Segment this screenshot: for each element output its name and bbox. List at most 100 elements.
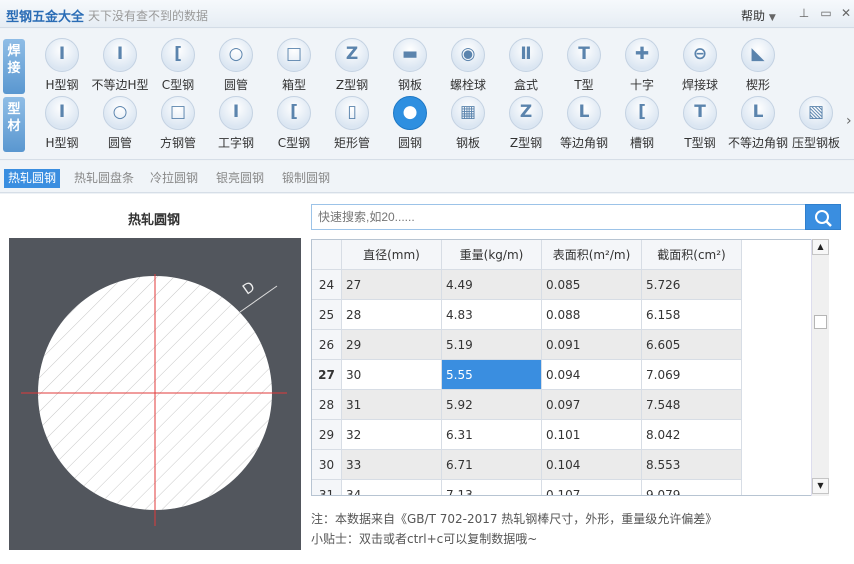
- channel-icon: [: [638, 102, 646, 122]
- minimize-icon[interactable]: ▭: [818, 5, 834, 21]
- vertical-scrollbar[interactable]: ▲ ▼: [811, 239, 829, 496]
- h-beam-icon: I: [58, 102, 66, 122]
- scroll-down-button[interactable]: ▼: [812, 478, 829, 494]
- wedge-icon: ◣: [751, 44, 765, 64]
- table-cell[interactable]: 34: [342, 480, 442, 495]
- scroll-thumb[interactable]: [814, 315, 827, 329]
- h-beam-icon: I: [58, 44, 66, 64]
- category-weld[interactable]: 焊接: [3, 39, 25, 94]
- table-cell[interactable]: 0.094: [542, 360, 642, 390]
- chevron-down-icon: ▼: [768, 13, 776, 23]
- help-menu[interactable]: 帮助 ▼: [741, 7, 776, 24]
- round-bar-diagram: D: [21, 274, 287, 526]
- unequal-angle-icon: L: [752, 102, 764, 122]
- table-cell[interactable]: 31: [342, 390, 442, 420]
- table-cell[interactable]: 0.097: [542, 390, 642, 420]
- welded-ball-icon: ⊖: [692, 44, 708, 64]
- table-cell[interactable]: 8.042: [642, 420, 742, 450]
- cross-section-diagram: D: [9, 238, 301, 550]
- table-cell[interactable]: 6.605: [642, 330, 742, 360]
- scroll-right-icon[interactable]: ›: [846, 113, 852, 129]
- pin-icon[interactable]: ⊥: [796, 5, 812, 21]
- table-cell[interactable]: 5.55: [442, 360, 542, 390]
- category-profile[interactable]: 型材: [3, 97, 25, 152]
- t-section-icon: T: [694, 102, 706, 122]
- table-cell[interactable]: 0.088: [542, 300, 642, 330]
- row-number[interactable]: 29: [312, 420, 342, 450]
- table-cell[interactable]: 29: [342, 330, 442, 360]
- search-button[interactable]: [805, 204, 841, 230]
- app-title: 型钢五金大全: [6, 10, 85, 25]
- subtab[interactable]: 热轧圆钢: [4, 169, 61, 188]
- subtab[interactable]: 银亮圆钢: [212, 169, 268, 188]
- subtab[interactable]: 锻制圆钢: [278, 169, 334, 188]
- table-corner: [312, 240, 342, 270]
- cross-section-icon: ✚: [634, 44, 650, 64]
- section-title: 热轧圆钢: [128, 213, 181, 228]
- table-cell[interactable]: 6.71: [442, 450, 542, 480]
- row-number[interactable]: 26: [312, 330, 342, 360]
- round-tube-icon: ○: [228, 44, 244, 64]
- subtype-tabs: 热轧圆钢 热轧圆盘条 冷拉圆钢 银亮圆钢 锻制圆钢: [0, 161, 854, 193]
- copy-tip: 小贴士：双击或者ctrl+c可以复制数据哦~: [311, 532, 538, 546]
- table-cell[interactable]: 7.069: [642, 360, 742, 390]
- row-number[interactable]: 25: [312, 300, 342, 330]
- table-cell[interactable]: 8.553: [642, 450, 742, 480]
- profiled-sheet-icon: ▧: [807, 102, 825, 122]
- table-cell[interactable]: 32: [342, 420, 442, 450]
- table-cell[interactable]: 7.548: [642, 390, 742, 420]
- round-bar-icon: ●: [402, 102, 418, 122]
- table-cell[interactable]: 28: [342, 300, 442, 330]
- box-type-icon: Ⅱ: [520, 44, 532, 64]
- data-source-note: 注：本数据来自《GB/T 702-2017 热轧钢棒尺寸，外形，重量级允许偏差》: [311, 512, 718, 526]
- data-table[interactable]: 直径(mm) 重量(kg/m) 表面积(m²/m) 截面积(cm²) 24 27 4.49 0…: [311, 239, 829, 496]
- column-header[interactable]: 重量(kg/m): [442, 240, 542, 270]
- z-section-icon: Z: [519, 102, 533, 122]
- table-cell[interactable]: 33: [342, 450, 442, 480]
- search-input[interactable]: [311, 204, 806, 230]
- shape-label: 楔形: [745, 78, 770, 92]
- c-channel-icon: [: [174, 44, 182, 64]
- row-number[interactable]: 24: [312, 270, 342, 300]
- table-cell[interactable]: 0.101: [542, 420, 642, 450]
- steel-plate-icon: ▦: [459, 102, 477, 122]
- subtab[interactable]: 热轧圆盘条: [70, 169, 138, 188]
- scroll-up-button[interactable]: ▲: [812, 239, 829, 255]
- column-header[interactable]: 直径(mm): [342, 240, 442, 270]
- subtab[interactable]: 冷拉圆钢: [146, 169, 202, 188]
- square-tube-icon: □: [169, 102, 187, 122]
- table-cell[interactable]: 6.158: [642, 300, 742, 330]
- shape-toolbar: 焊接 型材 I H型钢 I 不等边H型[C型钢 ○ 圆管 □ 箱型 Z Z型钢 ▬ 钢板 ◉ 螺栓球 Ⅱ 盒式…: [0, 29, 854, 160]
- table-cell[interactable]: 9.079: [642, 480, 742, 495]
- c-channel-icon: [: [290, 102, 298, 122]
- table-cell[interactable]: 4.49: [442, 270, 542, 300]
- table-cell[interactable]: 0.107: [542, 480, 642, 495]
- table-cell[interactable]: 4.83: [442, 300, 542, 330]
- bolt-ball-icon: ◉: [460, 44, 476, 64]
- row-number[interactable]: 30: [312, 450, 342, 480]
- table-cell[interactable]: 0.104: [542, 450, 642, 480]
- i-beam-icon: I: [232, 102, 240, 122]
- row-number[interactable]: 31: [312, 480, 342, 495]
- table-cell[interactable]: 5.19: [442, 330, 542, 360]
- table-cell[interactable]: 30: [342, 360, 442, 390]
- table-cell[interactable]: 27: [342, 270, 442, 300]
- table-cell[interactable]: 7.13: [442, 480, 542, 495]
- table-cell[interactable]: 5.726: [642, 270, 742, 300]
- table-cell[interactable]: 0.085: [542, 270, 642, 300]
- t-section-icon: T: [578, 44, 590, 64]
- column-header[interactable]: 截面积(cm²): [642, 240, 742, 270]
- row-number[interactable]: 27: [312, 360, 342, 390]
- steel-plate-icon: ▬: [401, 44, 419, 64]
- z-section-icon: Z: [345, 44, 359, 64]
- shape-button[interactable]: ◣ 楔形: [728, 34, 788, 92]
- shape-label: 压型钢板: [791, 136, 840, 150]
- table-cell[interactable]: 5.92: [442, 390, 542, 420]
- table-cell[interactable]: 0.091: [542, 330, 642, 360]
- help-label: 帮助: [741, 9, 766, 23]
- table-cell[interactable]: 6.31: [442, 420, 542, 450]
- row-number[interactable]: 28: [312, 390, 342, 420]
- column-header[interactable]: 表面积(m²/m): [542, 240, 642, 270]
- shape-button[interactable]: ▧ 压型钢板: [786, 92, 846, 150]
- close-icon[interactable]: ✕: [838, 5, 854, 21]
